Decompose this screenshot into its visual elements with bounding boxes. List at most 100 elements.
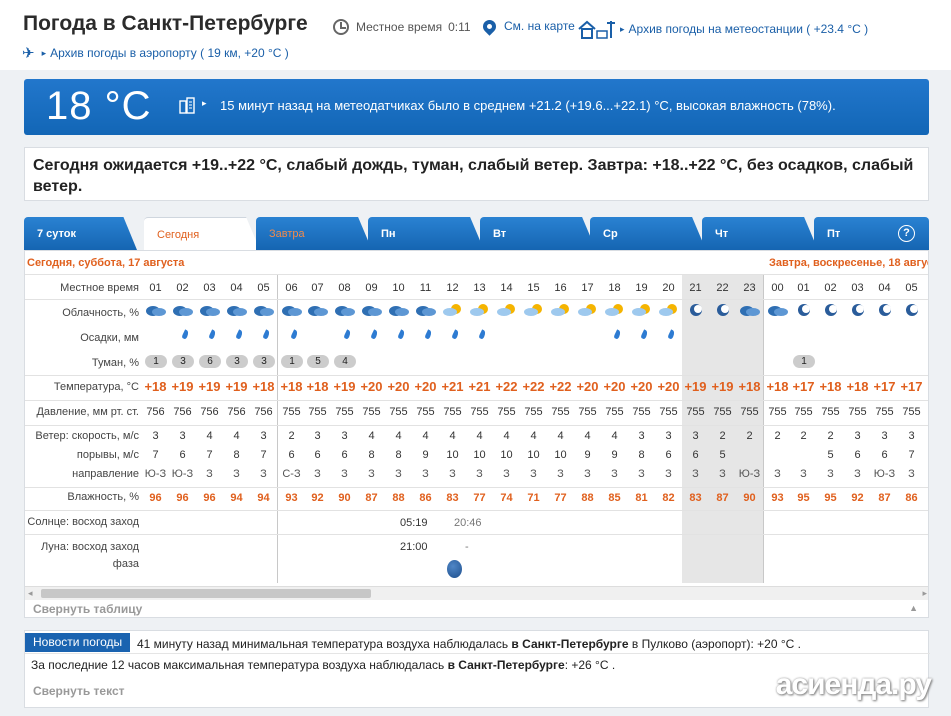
hour-column: 01 1 +18 756 3 7 Ю-З 96	[142, 275, 169, 583]
gust-cell: 6	[881, 449, 888, 461]
moonrise-time: 21:00	[400, 541, 428, 553]
collapse-arrow-icon[interactable]: ▲	[909, 603, 918, 613]
humidity-cell: 88	[581, 492, 594, 504]
hour-column: 09 +20 755 4 8 З 87	[358, 275, 385, 583]
arrow-icon: ▸	[202, 98, 207, 108]
hour-label: 16	[554, 282, 567, 294]
temperature-cell: +18	[280, 379, 303, 394]
wind-speed-cell: 4	[530, 430, 537, 442]
night-clouds-icon	[717, 304, 729, 316]
wind-speed-cell: 4	[557, 430, 564, 442]
pressure-cell: 755	[551, 406, 570, 418]
humidity-cell: 96	[176, 492, 189, 504]
temperature-cell: +18	[766, 379, 789, 394]
rain-drop-icon	[478, 329, 487, 340]
hour-column: 05 +17 755 3 7 З 86	[898, 275, 925, 583]
help-icon[interactable]: ?	[898, 225, 915, 242]
gust-cell: 6	[314, 449, 321, 461]
tab-7-days[interactable]: 7 суток	[24, 217, 137, 250]
gust-cell: 10	[500, 449, 513, 461]
hour-label: 08	[338, 282, 351, 294]
hour-label: 00	[771, 282, 784, 294]
hour-label: 23	[743, 282, 756, 294]
direction-cell: З	[341, 468, 348, 480]
scroll-right-arrow-icon[interactable]: ▸	[922, 588, 927, 599]
station-archive-label[interactable]: Архив погоды на метеостанции ( +23.4 °C …	[629, 22, 869, 36]
cloud-icon	[308, 306, 328, 316]
direction-cell: З	[233, 468, 240, 480]
gust-cell: 6	[288, 449, 295, 461]
tab-thursday[interactable]: Чт	[702, 217, 818, 250]
humidity-cell: 87	[365, 492, 378, 504]
hour-label: 03	[851, 282, 864, 294]
temperature-cell: +20	[387, 379, 410, 394]
scrollbar-thumb[interactable]	[41, 589, 371, 598]
humidity-cell: 77	[554, 492, 567, 504]
wind-speed-cell: 3	[260, 430, 267, 442]
cloud-icon	[173, 306, 193, 316]
tab-today[interactable]: Сегодня	[144, 217, 260, 250]
hour-label: 18	[608, 282, 621, 294]
hour-label: 20	[662, 282, 675, 294]
hour-column: 13 +21 755 4 10 З 77	[466, 275, 493, 583]
temperature-cell: +20	[603, 379, 626, 394]
hour-label: 06	[285, 282, 298, 294]
humidity-cell: 74	[500, 492, 513, 504]
airport-archive-label[interactable]: Архив погоды в аэропорту ( 19 км, +20 °C…	[50, 46, 289, 60]
hour-column: 00 +18 755 2 З 93	[763, 275, 790, 583]
wind-speed-cell: 2	[827, 430, 834, 442]
map-link-label[interactable]: См. на карте	[504, 19, 575, 33]
humidity-cell: 94	[257, 492, 270, 504]
cloud-icon	[254, 306, 274, 316]
news-text: 41 минуту назад минимальная температура …	[137, 637, 512, 651]
local-time-value: 0:11	[448, 20, 471, 34]
hour-label: 11	[419, 282, 432, 294]
temperature-cell: +21	[441, 379, 464, 394]
scroll-left-arrow-icon[interactable]: ◂	[28, 588, 33, 599]
humidity-cell: 87	[716, 492, 729, 504]
label-temp: Температура, °C	[53, 381, 139, 393]
pressure-cell: 755	[524, 406, 543, 418]
direction-cell: З	[800, 468, 807, 480]
hour-column: 23 +18 755 2 Ю-З 90	[736, 275, 763, 583]
forecast-table: Сегодня, суббота, 17 августа Завтра, вос…	[24, 250, 929, 618]
gust-cell: 9	[422, 449, 429, 461]
hour-column: 11 +20 755 4 9 З 86	[412, 275, 439, 583]
tab-monday[interactable]: Пн	[368, 217, 484, 250]
hour-label: 14	[500, 282, 513, 294]
news-item: За последние 12 часов максимальная темпе…	[31, 658, 615, 672]
collapse-text-link[interactable]: Свернуть текст	[33, 684, 125, 698]
station-archive-link[interactable]: ▸ Архив погоды на метеостанции ( +23.4 °…	[578, 19, 868, 39]
night-clouds-icon	[825, 304, 837, 316]
rain-drop-icon	[208, 329, 217, 340]
wind-speed-cell: 4	[368, 430, 375, 442]
airport-archive-link[interactable]: ✈ ▸ Архив погоды в аэропорту ( 19 км, +2…	[22, 44, 289, 62]
rain-drop-icon	[290, 329, 299, 340]
gust-cell: 5	[827, 449, 834, 461]
night-clouds-icon	[852, 304, 864, 316]
tab-wednesday[interactable]: Ср	[590, 217, 706, 250]
cloud-icon	[146, 306, 166, 316]
pressure-cell: 755	[308, 406, 327, 418]
hour-column: 08 4 +19 755 3 6 З 90	[331, 275, 358, 583]
airplane-icon: ✈	[22, 45, 35, 62]
hour-label: 17	[581, 282, 594, 294]
gust-cell: 6	[341, 449, 348, 461]
tab-tuesday[interactable]: Вт	[480, 217, 596, 250]
collapse-table-link[interactable]: Свернуть таблицу	[33, 602, 142, 616]
cloud-icon	[416, 306, 436, 316]
map-link[interactable]: См. на карте	[480, 16, 575, 36]
tab-tomorrow[interactable]: Завтра	[256, 217, 372, 250]
label-wind-speed: Ветер: скорость, м/с	[35, 430, 139, 442]
humidity-cell: 96	[203, 492, 216, 504]
hour-label: 10	[392, 282, 405, 294]
sun-cloud-icon	[524, 304, 542, 316]
pressure-cell: 755	[605, 406, 624, 418]
humidity-cell: 95	[824, 492, 837, 504]
tomorrow-date: Завтра, воскресенье, 18 августа	[769, 257, 929, 269]
horizontal-scrollbar[interactable]: ◂ ▸	[25, 586, 928, 600]
direction-cell: З	[584, 468, 591, 480]
humidity-cell: 82	[662, 492, 675, 504]
hour-label: 19	[635, 282, 648, 294]
fog-icon: 1	[281, 355, 303, 368]
